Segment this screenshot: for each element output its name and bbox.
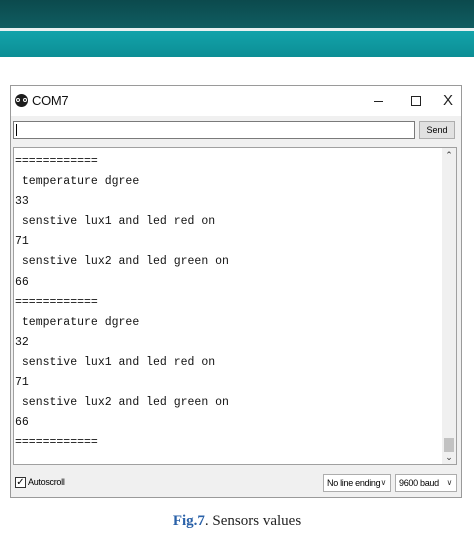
output-line: 32 [15, 335, 29, 349]
output-line: senstive lux1 and led red on [15, 215, 216, 229]
baud-rate-select[interactable]: 9600 baud ∨ [395, 474, 457, 492]
vertical-scrollbar[interactable]: ⌃ ⌄ [442, 148, 456, 464]
banner-dark-band [0, 0, 474, 28]
output-line: senstive lux2 and led green on [15, 396, 229, 410]
output-line: 71 [15, 235, 29, 249]
line-ending-select[interactable]: No line ending ∨ [323, 474, 391, 492]
chevron-up-icon[interactable]: ⌃ [443, 149, 455, 161]
line-ending-value: No line ending [327, 478, 381, 488]
output-lines: ============ temperature dgree 33 senstiv… [14, 152, 442, 453]
output-line: ============ [15, 295, 98, 309]
output-line: temperature dgree [15, 315, 140, 329]
output-line: senstive lux1 and led red on [15, 355, 216, 369]
caption-fig-label: Fig.7 [172, 513, 205, 529]
output-line: ============ [15, 155, 98, 168]
chevron-down-icon[interactable]: ⌄ [443, 451, 455, 463]
baud-rate-value: 9600 baud [399, 478, 439, 488]
title-bar[interactable]: COM7 X [11, 86, 461, 116]
send-input[interactable] [13, 121, 415, 139]
banner-light-band [0, 31, 474, 57]
serial-output-area[interactable]: ============ temperature dgree 33 senstiv… [13, 147, 457, 465]
output-line: 33 [15, 195, 29, 209]
scroll-thumb[interactable] [444, 438, 454, 452]
output-line: 66 [15, 416, 29, 430]
send-row: Send [11, 116, 461, 144]
chevron-down-icon: ∨ [446, 478, 452, 487]
output-line: 66 [15, 275, 29, 289]
minimize-icon [373, 100, 383, 102]
figure-caption: Fig.7. Sensors values [0, 513, 474, 530]
autoscroll-checkbox[interactable]: ✓ [15, 477, 26, 488]
send-button[interactable]: Send [419, 121, 455, 139]
arduino-icon [15, 94, 28, 107]
status-bar: ✓ Autoscroll No line ending ∨ 9600 baud … [11, 472, 461, 496]
minimize-button[interactable] [363, 90, 393, 112]
text-caret [16, 124, 17, 136]
window-title: COM7 [32, 93, 69, 108]
output-line: temperature dgree [15, 175, 140, 189]
chevron-down-icon: ∨ [380, 478, 386, 487]
output-line: ============ [15, 436, 98, 450]
output-line: senstive lux2 and led green on [15, 255, 229, 269]
serial-monitor-window: COM7 X Send ============ temperature dgr… [10, 85, 462, 498]
close-button[interactable]: X [433, 90, 463, 112]
header-banner [0, 0, 474, 57]
maximize-button[interactable] [401, 90, 431, 112]
maximize-icon [411, 96, 421, 107]
caption-text: . Sensors values [204, 513, 302, 529]
output-line: 71 [15, 376, 29, 390]
autoscroll-label: Autoscroll [28, 477, 65, 487]
